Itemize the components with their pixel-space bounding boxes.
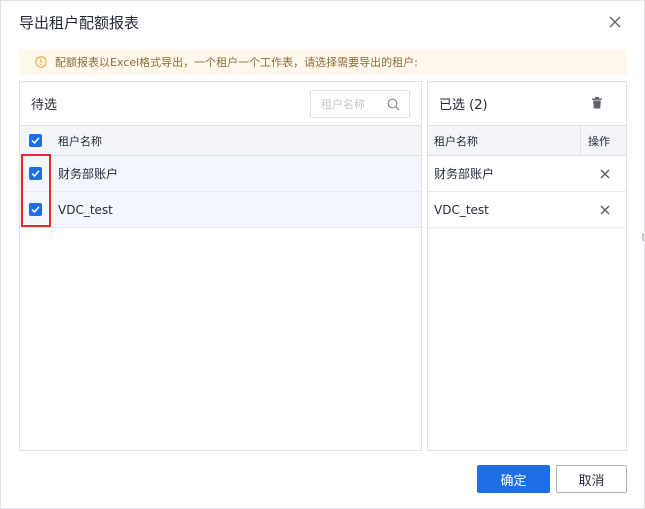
column-header-tenant-name: 租户名称 xyxy=(58,134,102,148)
selected-table-header: 租户名称 操作 xyxy=(428,125,626,156)
row-checkbox[interactable] xyxy=(28,167,42,180)
candidate-panel-header: 待选 xyxy=(20,82,421,125)
candidate-panel-title: 待选 xyxy=(31,98,58,113)
selected-panel-header: 已选 (2) xyxy=(428,82,626,125)
trash-icon[interactable] xyxy=(590,96,604,110)
check-icon xyxy=(30,170,40,178)
tenant-name: 财务部账户 xyxy=(434,167,495,181)
scroll-edge xyxy=(642,233,644,241)
column-header-tenant-name: 租户名称 xyxy=(434,134,478,148)
select-all-checkbox[interactable] xyxy=(28,134,42,147)
check-icon xyxy=(30,206,40,214)
tenant-name: 财务部账户 xyxy=(58,167,119,181)
remove-icon xyxy=(600,205,610,215)
close-icon xyxy=(609,16,621,28)
check-icon xyxy=(30,137,40,145)
export-quota-dialog: 导出租户配额报表 配额报表以Excel格式导出，一个租户一个工作表，请选择需要导… xyxy=(0,0,645,509)
notice-text: 配额报表以Excel格式导出，一个租户一个工作表，请选择需要导出的租户: xyxy=(55,56,418,69)
close-button[interactable] xyxy=(603,10,627,34)
cancel-button[interactable]: 取消 xyxy=(556,465,627,493)
row-checkbox[interactable] xyxy=(28,203,42,216)
selected-panel: 已选 (2) 租户名称 操作 财务部账户 VDC_test xyxy=(427,81,627,451)
column-header-operation: 操作 xyxy=(588,134,610,148)
tenant-search-box xyxy=(310,90,410,118)
tenant-search-input[interactable] xyxy=(321,97,385,111)
notice-bar: 配额报表以Excel格式导出，一个租户一个工作表，请选择需要导出的租户: xyxy=(19,49,627,75)
candidate-table-header: 租户名称 xyxy=(20,125,421,156)
tenant-name: VDC_test xyxy=(58,202,113,217)
remove-icon xyxy=(600,169,610,179)
search-icon[interactable] xyxy=(387,98,400,111)
table-row: 财务部账户 xyxy=(428,156,626,192)
confirm-button[interactable]: 确定 xyxy=(477,465,550,493)
column-divider xyxy=(580,126,581,155)
candidate-panel: 待选 租户名称 财务部账户 xyxy=(19,81,422,451)
selected-panel-title: 已选 (2) xyxy=(439,98,488,113)
tenant-name: VDC_test xyxy=(434,202,489,217)
table-row[interactable]: VDC_test xyxy=(20,192,421,228)
table-row[interactable]: 财务部账户 xyxy=(20,156,421,192)
remove-button[interactable] xyxy=(598,167,612,181)
dialog-title: 导出租户配额报表 xyxy=(19,14,140,32)
table-row: VDC_test xyxy=(428,192,626,228)
remove-button[interactable] xyxy=(598,203,612,217)
info-icon xyxy=(35,56,47,68)
